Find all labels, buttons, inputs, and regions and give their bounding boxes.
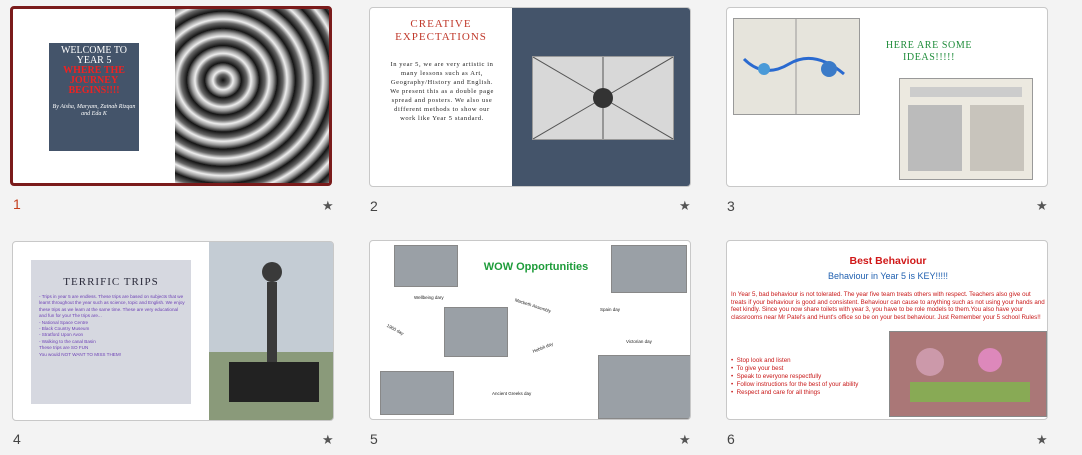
rules-list: • Stop look and listen • To give your be…: [731, 357, 891, 397]
slide-thumbnail-4[interactable]: TERRIFIC TRIPS - Trips in year 5 are end…: [12, 241, 334, 421]
slide-title: Best Behaviour: [849, 255, 927, 267]
rule-item: • Stop look and listen: [731, 357, 791, 364]
statue-drawing: [209, 242, 333, 420]
ancient-greeks-label: Ancient Greeks day: [492, 391, 532, 396]
trips-intro: - Trips in year 5 are endless. These tri…: [39, 294, 185, 319]
1960-label: 1960 day: [385, 322, 405, 337]
victorian-photo: [380, 371, 454, 415]
slide-thumbnail-1[interactable]: WELCOME TO YEAR 5 WHERE THE JOURNEY BEGI…: [10, 6, 332, 186]
journey-subtitle: WHERE THE JOURNEY BEGINS!!!!: [63, 65, 125, 96]
macbeth-label: Macbeth Assembly: [514, 297, 552, 314]
wellbeing-photo: [394, 245, 458, 287]
rule-item: • Follow instructions for the best of yo…: [731, 381, 859, 388]
star-icon[interactable]: ★: [1036, 432, 1048, 448]
marble-image: [175, 9, 329, 183]
slide-subtitle: Behaviour in Year 5 is KEY!!!!!: [827, 271, 949, 281]
slide-number-2: 2: [370, 198, 378, 214]
victorian-label: Victorian day: [626, 339, 652, 344]
spain-label: Spain day: [600, 307, 621, 312]
star-icon[interactable]: ★: [679, 198, 691, 214]
star-icon[interactable]: ★: [1036, 198, 1048, 214]
poster-drawing: [908, 87, 1024, 171]
slide-number-4: 4: [13, 431, 21, 447]
slide-number-3: 3: [727, 198, 735, 214]
map-notebook-image: [733, 18, 860, 115]
victorians-poster-image: [899, 78, 1033, 180]
star-icon[interactable]: ★: [679, 432, 691, 448]
rule-item: • Speak to everyone respectfully: [731, 373, 822, 380]
slide-title: WOW Opportunities: [483, 261, 589, 273]
spain-photo: [611, 245, 687, 293]
authors-byline: By Aisha, Maryam, Zainab Rizqan and Eda …: [52, 104, 136, 117]
wellbeing-label: Wellbeing dary: [414, 295, 444, 300]
slide-title: CREATIVE EXPECTATIONS: [395, 18, 487, 43]
star-icon[interactable]: ★: [322, 432, 334, 448]
hobbit-label: Hobbit day: [531, 341, 554, 354]
statue-photo: [209, 242, 333, 420]
slide-number-1: 1: [13, 196, 21, 212]
title-box: WELCOME TO YEAR 5 WHERE THE JOURNEY BEGI…: [49, 43, 139, 151]
slide-number-6: 6: [727, 431, 735, 447]
classroom-display-image: [889, 331, 1047, 417]
slide-thumbnail-6[interactable]: Best Behaviour Behaviour in Year 5 is KE…: [726, 240, 1048, 420]
slide-thumbnail-2[interactable]: CREATIVE EXPECTATIONS In year 5, we are …: [369, 7, 691, 187]
slide-title: TERRIFIC TRIPS: [63, 276, 159, 288]
sketch-drawing: [532, 56, 674, 140]
behaviour-paragraph: In Year 5, bad behaviour is not tolerate…: [731, 291, 1045, 321]
map-drawing: [742, 19, 845, 114]
rule-item: • Respect and care for all things: [731, 389, 821, 396]
slide-thumbnail-3[interactable]: HERE ARE SOME IDEAS!!!!!: [726, 7, 1048, 187]
display-drawing: [890, 332, 1046, 416]
trips-text: - Trips in year 5 are endless. These tri…: [39, 294, 185, 358]
slide-body-text: In year 5, we are very artistic in many …: [390, 61, 494, 122]
slide-thumbnail-5[interactable]: WOW Opportunities Wellbeing dary Macbeth…: [369, 240, 691, 420]
slide-number-5: 5: [370, 431, 378, 447]
group-photo: [444, 307, 508, 357]
slide-title: HERE ARE SOME IDEAS!!!!!: [885, 40, 973, 63]
greeks-photo: [598, 355, 690, 419]
star-icon[interactable]: ★: [322, 198, 334, 214]
trips-outro: You would NOT WANT TO MISS THEM!: [39, 351, 121, 357]
rule-item: • To give your best: [731, 365, 784, 372]
artwork-image: [532, 56, 674, 140]
welcome-title: WELCOME TO YEAR 5: [60, 45, 127, 66]
